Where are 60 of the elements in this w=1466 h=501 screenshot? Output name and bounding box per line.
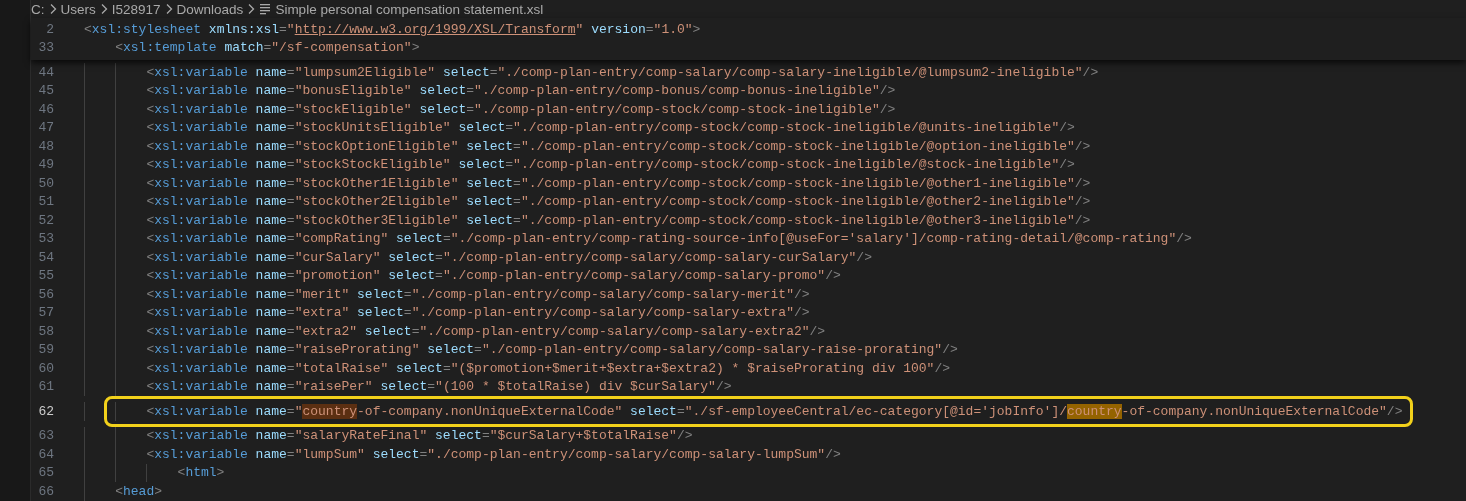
chevron-right-icon [247, 3, 256, 15]
chevron-right-icon [99, 3, 108, 15]
line-number: 55 [37, 268, 54, 284]
line-number: 61 [37, 379, 54, 395]
line-number: 66 [37, 483, 54, 499]
file-lines-icon [259, 3, 272, 15]
line-number: 2 [45, 21, 54, 37]
line-number: 65 [37, 465, 54, 481]
line-number: 62 [37, 403, 54, 419]
breadcrumb-item[interactable]: Simple personal compensation statement.xsl [275, 1, 544, 17]
line-number: 44 [37, 64, 54, 80]
breadcrumb-item[interactable]: I528917 [111, 1, 161, 17]
code-line: <xsl:variable name="raiseProrating" select="./comp-plan-entry/comp-salary/comp-salary-raise-prorating"/> [146, 342, 958, 358]
code-line: <xsl:stylesheet xmlns:xsl="http://www.w3.org/1999/XSL/Transform" version="1.0"> [84, 21, 701, 37]
code-line: <xsl:template match="/sf-compensation"> [115, 40, 420, 56]
line-number: 51 [37, 194, 54, 210]
code-line: <xsl:variable name="stockEligible" select="./comp-plan-entry/comp-stock/comp-stock-ineligible"/> [146, 101, 896, 117]
line-number: 50 [37, 175, 54, 191]
line-number: 33 [37, 40, 54, 56]
code-line: <xsl:variable name="extra" select="./comp-plan-entry/comp-salary/comp-salary-extra"/> [146, 305, 810, 321]
code-line: <xsl:variable name="raisePer" select="(100 * $totalRaise) div $curSalary"/> [146, 379, 732, 395]
code-line: <xsl:variable name="stockOther3Eligible" select="./comp-plan-entry/comp-stock/comp-stock-ineligible/@other3-ineligible"/> [146, 212, 1091, 228]
line-number: 63 [37, 428, 54, 444]
line-number: 56 [37, 286, 54, 302]
line-number: 54 [37, 249, 54, 265]
code-line: <xsl:variable name="lumpSum" select="./comp-plan-entry/comp-salary/comp-salary-lumpSum"/> [146, 446, 841, 462]
line-number: 64 [37, 446, 54, 462]
chevron-right-icon [48, 3, 57, 15]
line-number: 52 [37, 212, 54, 228]
code-line: <xsl:variable name="merit" select="./comp-plan-entry/comp-salary/comp-salary-merit"/> [146, 286, 810, 302]
code-line: <xsl:variable name="stockOptionEligible" select="./comp-plan-entry/comp-stock/comp-stock-ineligible/@option-ineligible"/> [146, 138, 1091, 154]
code-line: <html> [177, 465, 225, 481]
line-number: 47 [37, 120, 54, 136]
code-line: <xsl:variable name="extra2" select="./comp-plan-entry/comp-salary/comp-salary-extra2"/> [146, 323, 826, 339]
code-line: <xsl:variable name="stockStockEligible" select="./comp-plan-entry/comp-stock/comp-stock-ineligible/@stock-ineligible"/> [146, 157, 1075, 173]
line-number: 58 [37, 323, 54, 339]
code-line: <xsl:variable name="totalRaise" select="($promotion+$merit+$extra+$extra2) * $raiseProrating div 100"/> [146, 360, 950, 376]
code-line: <xsl:variable name="country-of-company.nonUniqueExternalCode" select="./sf-employeeCentral/ec-category[@id='jobInfo']/country-of-company.nonUniqueExternalCode"/> [146, 403, 1403, 419]
code-line: <xsl:variable name="stockOther2Eligible" select="./comp-plan-entry/comp-stock/comp-stock-ineligible/@other2-ineligible"/> [146, 194, 1091, 210]
line-number: 57 [37, 305, 54, 321]
line-number: 45 [37, 83, 54, 99]
code-line: <xsl:variable name="stockOther1Eligible" select="./comp-plan-entry/comp-stock/comp-stock-ineligible/@other1-ineligible"/> [146, 175, 1091, 191]
breadcrumb-item[interactable]: Users [60, 1, 96, 17]
line-number: 53 [37, 231, 54, 247]
chevron-right-icon [164, 3, 173, 15]
code-line: <xsl:variable name="curSalary" select="./comp-plan-entry/comp-salary/comp-salary-curSalary"/> [146, 249, 872, 265]
code-line: <xsl:variable name="lumpsum2Eligible" select="./comp-plan-entry/comp-salary/comp-salary-ineligible/@lumpsum2-ineligible"/> [146, 64, 1099, 80]
code-line: <head> [115, 483, 163, 499]
code-line: <xsl:variable name="compRating" select="./comp-plan-entry/comp-rating-source-info[@useFor='salary']/comp-rating-detail/@comp-rating"/> [146, 231, 1192, 247]
breadcrumb-item[interactable]: C: [31, 1, 45, 17]
line-number: 60 [37, 360, 54, 376]
line-number: 48 [37, 138, 54, 154]
line-number: 59 [37, 342, 54, 358]
code-line: <xsl:variable name="bonusEligible" select="./comp-plan-entry/comp-bonus/comp-bonus-ineligible"/> [146, 83, 896, 99]
code-line: <xsl:variable name="stockUnitsEligible" select="./comp-plan-entry/comp-stock/comp-stock-ineligible/@units-ineligible"/> [146, 120, 1075, 136]
line-number: 46 [37, 101, 54, 117]
line-number: 49 [37, 157, 54, 173]
breadcrumb-item[interactable]: Downloads [176, 1, 244, 17]
code-line: <xsl:variable name="promotion" select="./comp-plan-entry/comp-salary/comp-salary-promo"/> [146, 268, 841, 284]
code-line: <xsl:variable name="salaryRateFinal" select="$curSalary+$totalRaise"/> [146, 428, 693, 444]
